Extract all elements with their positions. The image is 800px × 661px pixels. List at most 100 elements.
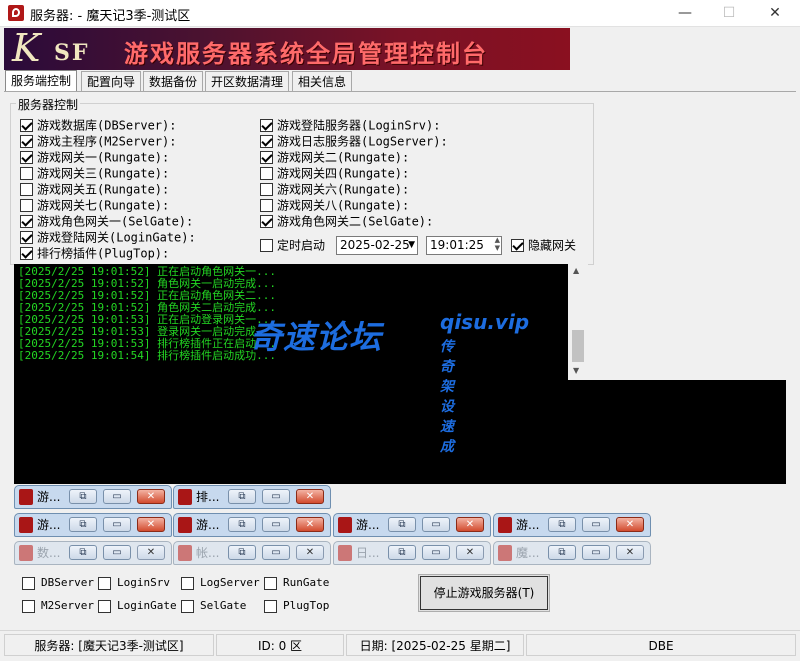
minimized-window[interactable]: 魔... ⧉ ▭ ✕ bbox=[493, 541, 651, 565]
restore-icon[interactable]: ⧉ bbox=[548, 545, 576, 560]
close-icon[interactable]: ✕ bbox=[296, 517, 324, 532]
process-toggle[interactable]: LoginSrv bbox=[98, 575, 170, 591]
server-option[interactable]: 游戏角色网关一(SelGate): bbox=[20, 213, 193, 229]
hide-gateway-option[interactable]: 隐藏网关 bbox=[511, 237, 576, 253]
maximize-icon[interactable]: ▭ bbox=[262, 517, 290, 532]
minimized-window[interactable]: 游... ⧉ ▭ ✕ bbox=[173, 513, 331, 537]
restore-icon[interactable]: ⧉ bbox=[548, 517, 576, 532]
process-toggle-checkbox[interactable] bbox=[264, 599, 277, 613]
process-toggle[interactable]: PlugTop bbox=[264, 598, 329, 614]
restore-icon[interactable]: ⧉ bbox=[228, 517, 256, 532]
minimized-window[interactable]: 游... ⧉ ▭ ✕ bbox=[14, 513, 172, 537]
server-option[interactable]: 游戏网关二(Rungate): bbox=[260, 149, 409, 165]
process-toggle-checkbox[interactable] bbox=[181, 576, 194, 590]
server-option[interactable]: 游戏网关四(Rungate): bbox=[260, 165, 409, 181]
close-icon[interactable]: ✕ bbox=[456, 545, 484, 560]
close-icon[interactable]: ✕ bbox=[456, 517, 484, 532]
maximize-icon[interactable]: ▭ bbox=[422, 517, 450, 532]
restore-icon[interactable]: ⧉ bbox=[228, 545, 256, 560]
server-option-checkbox[interactable] bbox=[20, 247, 33, 260]
server-option[interactable]: 排行榜插件(PlugTop): bbox=[20, 245, 169, 261]
process-toggle-checkbox[interactable] bbox=[22, 599, 35, 613]
close-icon[interactable]: ✕ bbox=[137, 489, 165, 504]
close-icon[interactable]: ✕ bbox=[296, 489, 324, 504]
maximize-icon[interactable]: ▭ bbox=[103, 489, 131, 504]
restore-icon[interactable]: ⧉ bbox=[388, 517, 416, 532]
server-option-checkbox[interactable] bbox=[20, 183, 33, 196]
server-option[interactable]: 游戏网关六(Rungate): bbox=[260, 181, 409, 197]
maximize-icon[interactable]: ▭ bbox=[422, 545, 450, 560]
minimized-window[interactable]: 排... ⧉ ▭ ✕ bbox=[173, 485, 331, 509]
close-icon[interactable]: ✕ bbox=[137, 517, 165, 532]
server-option-checkbox[interactable] bbox=[20, 231, 33, 244]
minimize-button[interactable]: — bbox=[662, 0, 708, 26]
restore-icon[interactable]: ⧉ bbox=[69, 517, 97, 532]
tab-data-cleanup[interactable]: 开区数据清理 bbox=[205, 71, 290, 91]
process-toggle[interactable]: LoginGate bbox=[98, 598, 177, 614]
maximize-icon[interactable]: ▭ bbox=[262, 489, 290, 504]
schedule-start-option[interactable]: 定时启动 bbox=[260, 237, 325, 253]
server-option-checkbox[interactable] bbox=[260, 135, 273, 148]
server-option[interactable]: 游戏数据库(DBServer): bbox=[20, 117, 176, 133]
maximize-icon[interactable]: ▭ bbox=[103, 517, 131, 532]
server-option[interactable]: 游戏网关七(Rungate): bbox=[20, 197, 169, 213]
minimized-window[interactable]: 游... ⧉ ▭ ✕ bbox=[333, 513, 491, 537]
close-icon[interactable]: ✕ bbox=[616, 517, 644, 532]
server-option[interactable]: 游戏日志服务器(LogServer): bbox=[260, 133, 448, 149]
minimized-window[interactable]: 数... ⧉ ▭ ✕ bbox=[14, 541, 172, 565]
process-toggle-checkbox[interactable] bbox=[22, 576, 35, 590]
tab-server-control[interactable]: 服务端控制 bbox=[5, 70, 78, 92]
server-option-checkbox[interactable] bbox=[20, 119, 33, 132]
process-toggle[interactable]: LogServer bbox=[181, 575, 260, 591]
maximize-icon[interactable]: ▭ bbox=[262, 545, 290, 560]
server-option[interactable]: 游戏登陆服务器(LoginSrv): bbox=[260, 117, 440, 133]
server-option[interactable]: 游戏主程序(M2Server): bbox=[20, 133, 176, 149]
process-toggle[interactable]: M2Server bbox=[22, 598, 94, 614]
process-toggle-checkbox[interactable] bbox=[264, 576, 277, 590]
tab-config-wizard[interactable]: 配置向导 bbox=[81, 71, 142, 91]
close-button[interactable]: ✕ bbox=[752, 0, 798, 26]
schedule-date-picker[interactable]: 2025-02-25 ▼ bbox=[336, 236, 418, 255]
minimized-window[interactable]: 游... ⧉ ▭ ✕ bbox=[493, 513, 651, 537]
process-toggle[interactable]: SelGate bbox=[181, 598, 246, 614]
process-toggle-checkbox[interactable] bbox=[98, 599, 111, 613]
restore-icon[interactable]: ⧉ bbox=[388, 545, 416, 560]
maximize-icon[interactable]: ▭ bbox=[582, 545, 610, 560]
scroll-thumb[interactable] bbox=[572, 330, 584, 362]
scroll-down-icon[interactable]: ▼ bbox=[573, 366, 579, 375]
server-option-checkbox[interactable] bbox=[260, 151, 273, 164]
log-scrollbar[interactable]: ▲ ▼ bbox=[568, 264, 588, 380]
server-option-checkbox[interactable] bbox=[260, 119, 273, 132]
chevron-down-icon[interactable]: ▼ bbox=[408, 237, 415, 254]
restore-icon[interactable]: ⧉ bbox=[69, 545, 97, 560]
server-option-checkbox[interactable] bbox=[260, 199, 273, 212]
server-option[interactable]: 游戏网关八(Rungate): bbox=[260, 197, 409, 213]
server-option-checkbox[interactable] bbox=[260, 215, 273, 228]
server-option-checkbox[interactable] bbox=[20, 199, 33, 212]
process-toggle[interactable]: DBServer bbox=[22, 575, 94, 591]
schedule-time-field[interactable]: 19:01:25 ▲ ▼ bbox=[426, 236, 502, 255]
maximize-icon[interactable]: ▭ bbox=[582, 517, 610, 532]
server-option[interactable]: 游戏登陆网关(LoginGate): bbox=[20, 229, 196, 245]
minimized-window[interactable]: 日... ⧉ ▭ ✕ bbox=[333, 541, 491, 565]
server-option[interactable]: 游戏网关一(Rungate): bbox=[20, 149, 169, 165]
process-toggle[interactable]: RunGate bbox=[264, 575, 329, 591]
tab-data-backup[interactable]: 数据备份 bbox=[143, 71, 204, 91]
minimized-window[interactable]: 游... ⧉ ▭ ✕ bbox=[14, 485, 172, 509]
schedule-checkbox[interactable] bbox=[260, 239, 273, 252]
spinner-icon[interactable]: ▲ ▼ bbox=[495, 236, 500, 252]
restore-icon[interactable]: ⧉ bbox=[228, 489, 256, 504]
server-option-checkbox[interactable] bbox=[20, 215, 33, 228]
maximize-button[interactable]: ☐ bbox=[706, 0, 752, 26]
close-icon[interactable]: ✕ bbox=[137, 545, 165, 560]
minimized-window[interactable]: 帐... ⧉ ▭ ✕ bbox=[173, 541, 331, 565]
hide-gateway-checkbox[interactable] bbox=[511, 239, 524, 252]
server-option[interactable]: 游戏网关五(Rungate): bbox=[20, 181, 169, 197]
tab-about[interactable]: 相关信息 bbox=[292, 71, 353, 91]
server-option-checkbox[interactable] bbox=[260, 167, 273, 180]
server-option[interactable]: 游戏网关三(Rungate): bbox=[20, 165, 169, 181]
server-option-checkbox[interactable] bbox=[260, 183, 273, 196]
stop-server-button[interactable]: 停止游戏服务器(T) bbox=[418, 574, 550, 612]
close-icon[interactable]: ✕ bbox=[616, 545, 644, 560]
process-toggle-checkbox[interactable] bbox=[98, 576, 111, 590]
